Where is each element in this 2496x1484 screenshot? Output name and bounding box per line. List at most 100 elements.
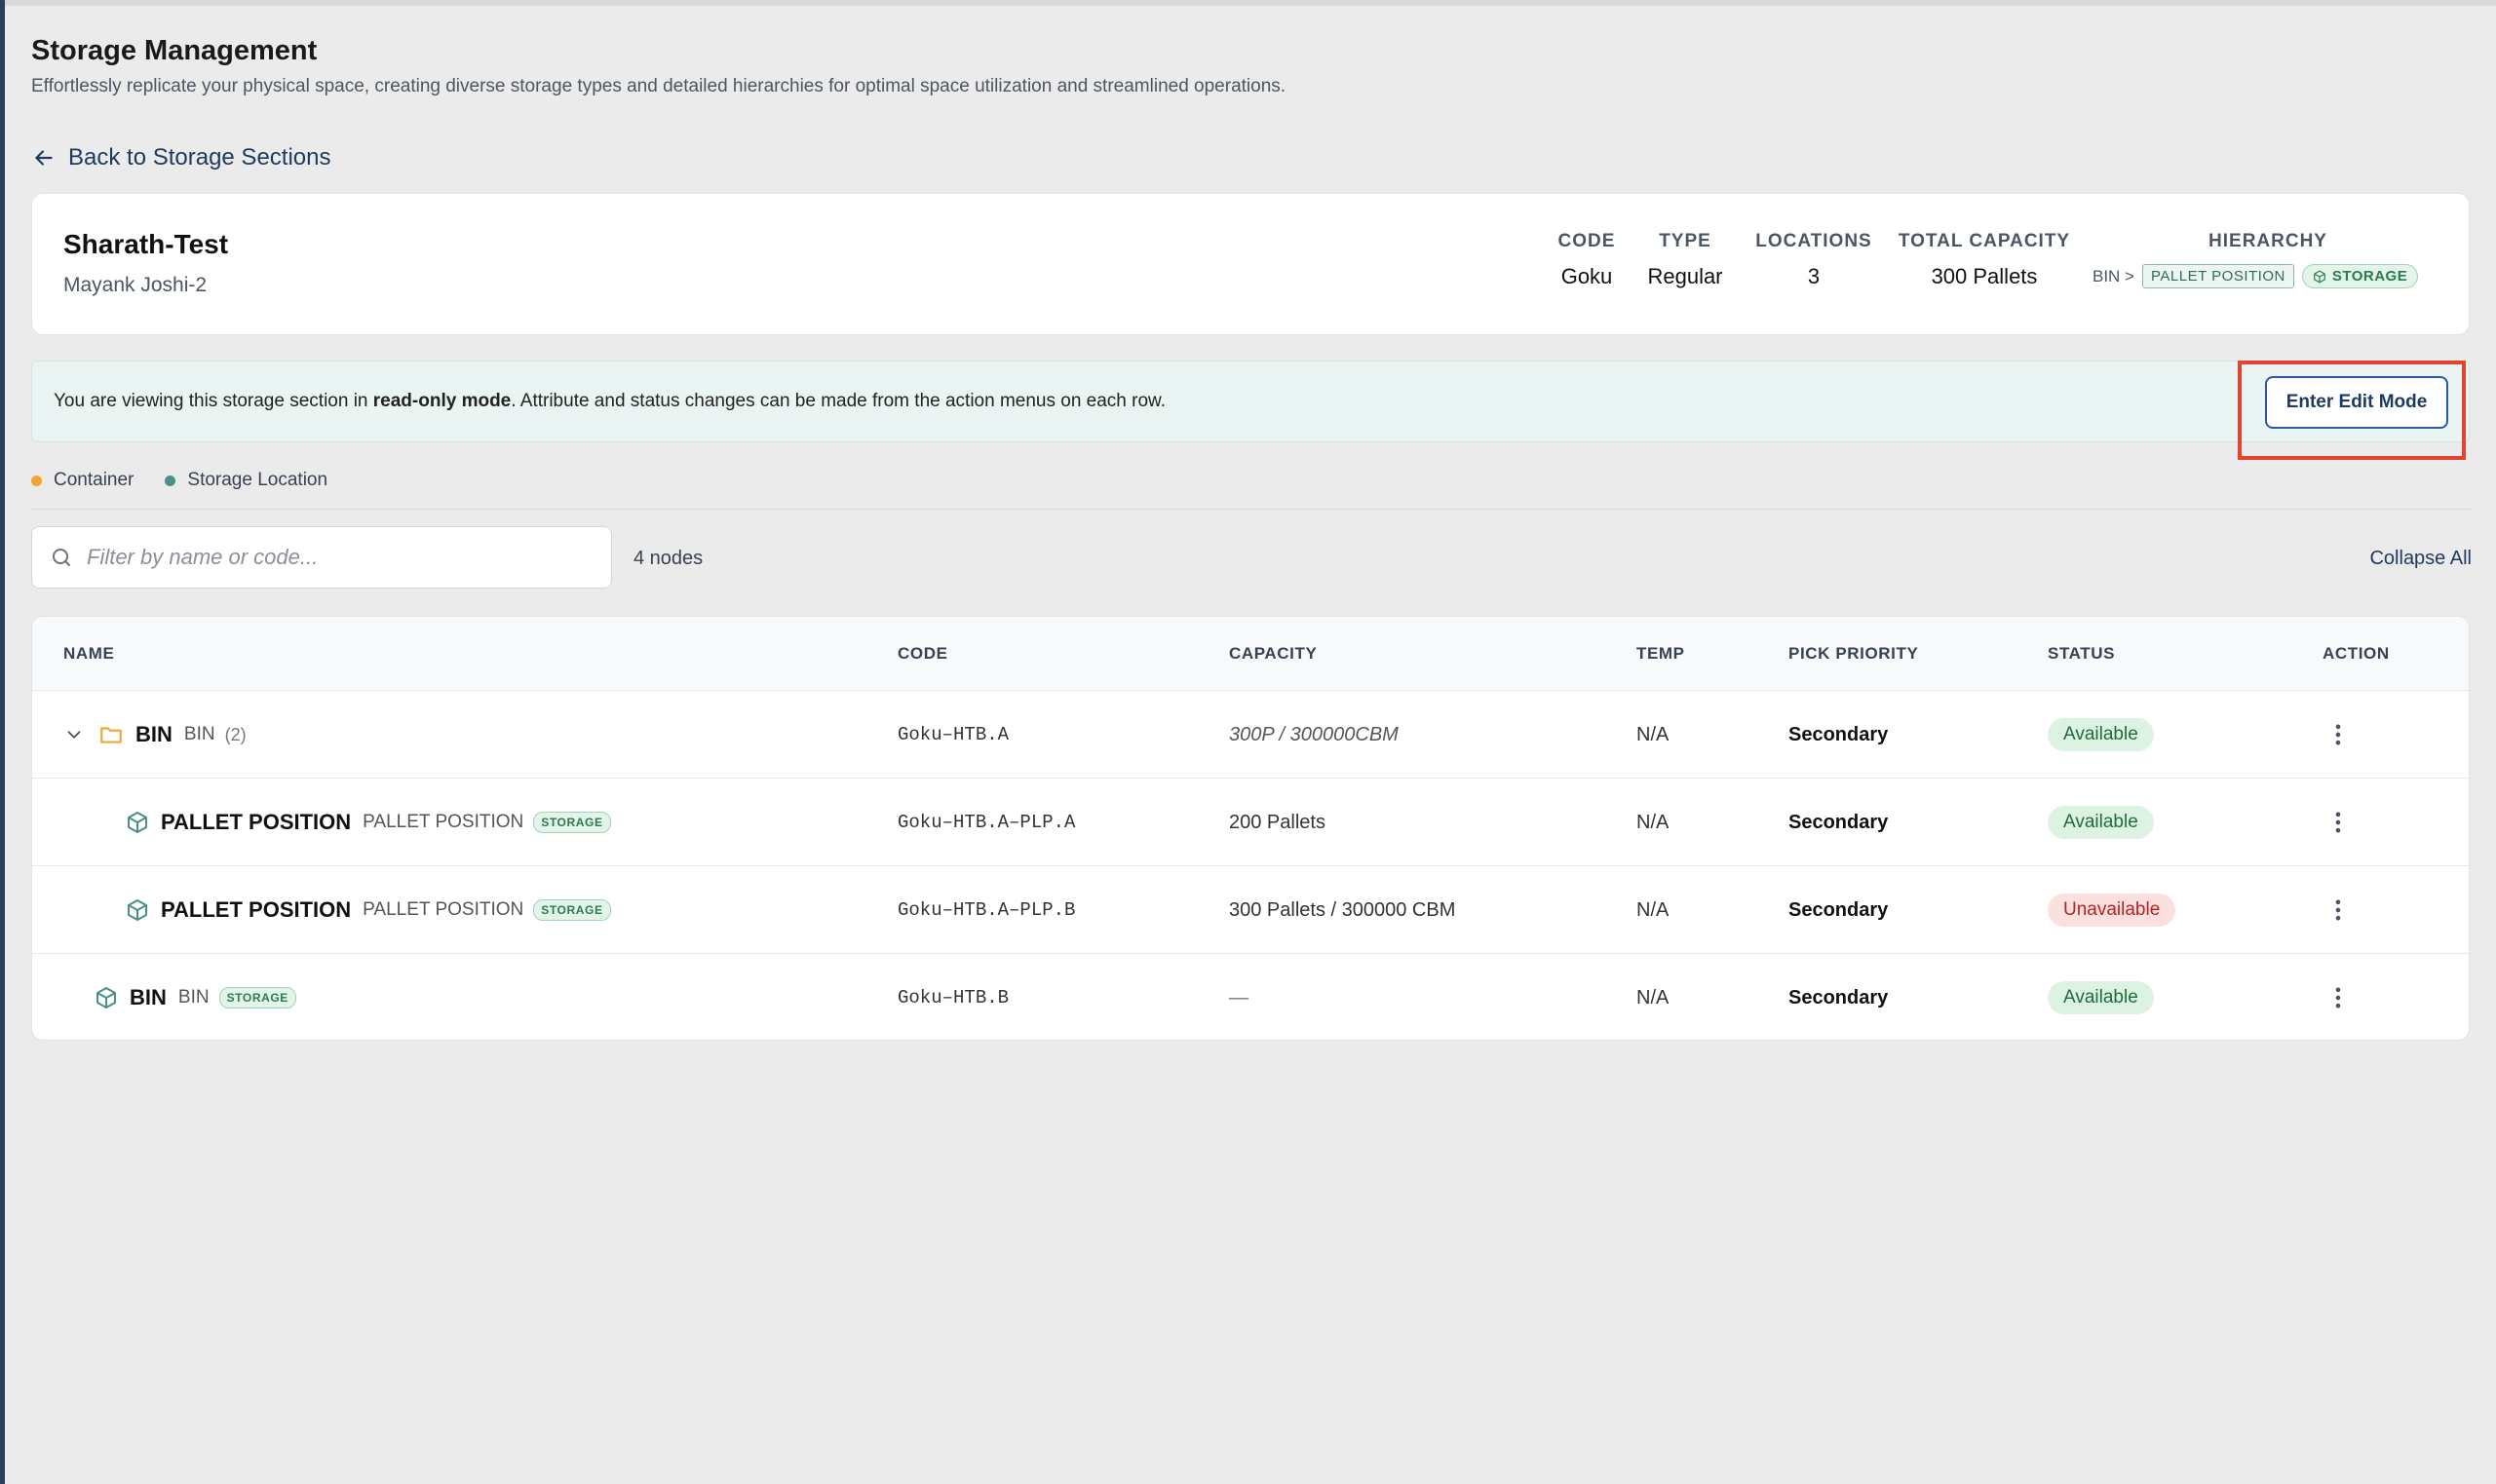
stat-code: CODE Goku xyxy=(1545,231,1629,289)
stat-type-label: TYPE xyxy=(1659,231,1711,251)
filter-search-box[interactable] xyxy=(31,526,612,589)
node-type: PALLET POSITION xyxy=(363,899,524,920)
priority-cell: Secondary xyxy=(1788,898,1889,921)
capacity-cell: 300P / 300000CBM xyxy=(1229,723,1399,745)
enter-edit-mode-button[interactable]: Enter Edit Mode xyxy=(2265,376,2448,429)
legend-location-label: Storage Location xyxy=(187,470,328,490)
action-cell xyxy=(2324,954,2352,1040)
capacity-cell: 200 Pallets xyxy=(1229,811,1325,833)
stat-locations-label: LOCATIONS xyxy=(1755,231,1872,251)
stat-total-capacity: TOTAL CAPACITY 300 Pallets xyxy=(1890,231,2079,289)
code-cell: Goku–HTB.A xyxy=(898,724,1010,745)
node-type: BIN xyxy=(177,987,210,1008)
storage-tag: STORAGE xyxy=(533,899,611,921)
top-bar xyxy=(5,0,2496,6)
name-cell: PALLET POSITION PALLET POSITION STORAGE xyxy=(126,779,611,866)
table-row[interactable]: BIN BIN (2) Goku–HTB.A 300P / 300000CBM … xyxy=(32,691,2469,779)
header-action: ACTION xyxy=(2323,644,2390,663)
node-name: PALLET POSITION xyxy=(161,897,352,922)
stat-capacity-value: 300 Pallets xyxy=(1931,264,2038,288)
read-only-banner: You are viewing this storage section in … xyxy=(31,361,2470,442)
stat-type: TYPE Regular xyxy=(1636,231,1734,289)
container-dot-icon xyxy=(31,475,42,486)
priority-cell: Secondary xyxy=(1788,811,1889,833)
temp-cell: N/A xyxy=(1636,723,1670,745)
stat-locations-value: 3 xyxy=(1807,264,1821,288)
hierarchy-root: BIN > xyxy=(2093,266,2134,285)
stat-hierarchy: HIERARCHY BIN > PALLET POSITION STORAGE xyxy=(2093,231,2443,288)
search-icon xyxy=(53,549,70,566)
chevron-down-icon[interactable] xyxy=(63,724,85,745)
table-row[interactable]: BIN BIN STORAGE Goku–HTB.B — N/A Seconda… xyxy=(32,954,2469,1040)
legend-storage-location: Storage Location xyxy=(165,470,327,491)
more-vertical-icon[interactable] xyxy=(2324,721,2352,748)
back-link-label: Back to Storage Sections xyxy=(68,144,331,171)
folder-icon xyxy=(100,727,122,743)
cube-icon xyxy=(96,987,116,1008)
node-count: 4 nodes xyxy=(634,548,704,569)
cube-icon xyxy=(128,899,147,921)
legend-container-label: Container xyxy=(54,470,134,490)
header-status: STATUS xyxy=(2048,644,2116,663)
status-badge: Unavailable xyxy=(2048,894,2176,927)
temp-cell: N/A xyxy=(1636,986,1670,1008)
node-name: PALLET POSITION xyxy=(161,810,352,834)
cube-icon xyxy=(128,812,147,833)
status-badge: Available xyxy=(2048,718,2154,751)
action-cell xyxy=(2324,866,2352,954)
node-name: BIN xyxy=(130,985,167,1009)
node-name: BIN xyxy=(135,722,173,746)
stat-type-value: Regular xyxy=(1647,264,1723,288)
child-count: (2) xyxy=(224,724,247,744)
section-summary-card: Sharath-Test Mayank Joshi-2 CODE Goku TY… xyxy=(31,193,2470,335)
hierarchy-level-tag: PALLET POSITION xyxy=(2142,264,2294,288)
status-cell: Available xyxy=(2048,691,2154,779)
code-cell: Goku–HTB.A–PLP.B xyxy=(898,899,1076,921)
storage-location-dot-icon xyxy=(165,475,176,486)
more-vertical-icon[interactable] xyxy=(2324,896,2352,924)
code-cell: Goku–HTB.A–PLP.A xyxy=(898,812,1076,833)
priority-cell: Secondary xyxy=(1788,986,1889,1008)
more-vertical-icon[interactable] xyxy=(2324,809,2352,836)
stat-hierarchy-label: HIERARCHY xyxy=(2208,231,2327,251)
capacity-cell: 300 Pallets / 300000 CBM xyxy=(1229,898,1456,921)
table-header: NAME CODE CAPACITY TEMP PICK PRIORITY ST… xyxy=(32,617,2469,691)
name-cell: BIN BIN STORAGE xyxy=(95,954,296,1040)
hierarchy-storage-label: STORAGE xyxy=(2331,268,2408,285)
filter-input[interactable] xyxy=(87,545,574,570)
cube-icon xyxy=(2313,270,2325,283)
hierarchy-storage-tag: STORAGE xyxy=(2301,264,2419,288)
hierarchy-path: BIN > PALLET POSITION STORAGE xyxy=(2093,264,2443,288)
temp-cell: N/A xyxy=(1636,811,1670,833)
status-cell: Available xyxy=(2048,954,2154,1040)
header-code: CODE xyxy=(898,644,948,663)
stat-code-label: CODE xyxy=(1557,231,1616,251)
section-owner: Mayank Joshi-2 xyxy=(63,274,208,296)
status-cell: Unavailable xyxy=(2048,866,2176,954)
status-badge: Available xyxy=(2048,806,2154,839)
collapse-all-button[interactable]: Collapse All xyxy=(2369,548,2472,570)
table-row[interactable]: PALLET POSITION PALLET POSITION STORAGE … xyxy=(32,779,2469,866)
banner-text-bold: read-only mode xyxy=(372,391,512,411)
page-title: Storage Management xyxy=(31,35,318,66)
code-cell: Goku–HTB.B xyxy=(898,987,1010,1008)
divider xyxy=(31,509,2472,510)
section-name: Sharath-Test xyxy=(63,229,229,259)
legend: Container Storage Location xyxy=(31,470,327,491)
status-badge: Available xyxy=(2048,981,2154,1014)
node-type: BIN xyxy=(183,724,215,744)
stat-locations: LOCATIONS 3 xyxy=(1746,231,1882,289)
page-subtitle: Effortlessly replicate your physical spa… xyxy=(31,76,1286,96)
banner-text: You are viewing this storage section in … xyxy=(54,391,1166,412)
legend-container: Container xyxy=(31,470,134,491)
more-vertical-icon[interactable] xyxy=(2324,984,2352,1011)
stat-capacity-label: TOTAL CAPACITY xyxy=(1898,231,2071,251)
table-row[interactable]: PALLET POSITION PALLET POSITION STORAGE … xyxy=(32,866,2469,954)
capacity-cell: — xyxy=(1229,986,1248,1008)
header-capacity: CAPACITY xyxy=(1229,644,1318,663)
status-cell: Available xyxy=(2048,779,2154,866)
back-to-sections-link[interactable]: Back to Storage Sections xyxy=(31,144,330,171)
banner-text-after: . Attribute and status changes can be ma… xyxy=(511,391,1167,411)
name-cell: PALLET POSITION PALLET POSITION STORAGE xyxy=(126,866,611,954)
action-cell xyxy=(2324,779,2352,866)
